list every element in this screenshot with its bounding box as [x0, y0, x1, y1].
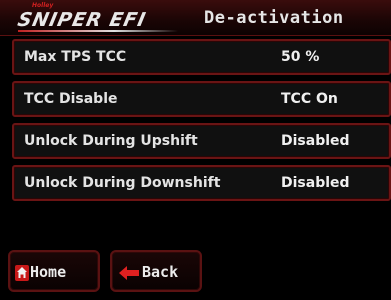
setting-value: 50 %: [281, 49, 320, 65]
brand-swoosh: [18, 30, 178, 32]
setting-row-max-tps-tcc[interactable]: Max TPS TCC 50 %: [12, 39, 391, 75]
back-label: Back: [142, 263, 179, 281]
brand-name: SNIPER EFI: [15, 9, 149, 31]
home-label: Home: [30, 263, 67, 281]
brand-logo: Holley SNIPER EFI: [15, 2, 188, 32]
brand-maker: Holley: [32, 2, 54, 9]
setting-value: Disabled: [281, 175, 350, 191]
setting-label: TCC Disable: [24, 91, 118, 107]
back-button[interactable]: Back: [110, 250, 202, 292]
page-title: De-activation: [204, 8, 344, 28]
settings-list: Max TPS TCC 50 % TCC Disable TCC On Unlo…: [12, 39, 391, 207]
header-bar: Holley SNIPER EFI De-activation: [0, 0, 391, 36]
setting-value: TCC On: [281, 91, 338, 107]
setting-row-unlock-downshift[interactable]: Unlock During Downshift Disabled: [12, 165, 391, 201]
setting-row-unlock-upshift[interactable]: Unlock During Upshift Disabled: [12, 123, 391, 159]
left-arrow-icon: [119, 265, 139, 284]
home-button[interactable]: Home: [8, 250, 100, 292]
setting-value: Disabled: [281, 133, 350, 149]
setting-label: Unlock During Downshift: [24, 175, 221, 191]
setting-label: Max TPS TCC: [24, 49, 127, 65]
setting-label: Unlock During Upshift: [24, 133, 198, 149]
setting-row-tcc-disable[interactable]: TCC Disable TCC On: [12, 81, 391, 117]
home-icon: [15, 265, 29, 285]
screen: Holley SNIPER EFI De-activation Max TPS …: [0, 0, 391, 300]
